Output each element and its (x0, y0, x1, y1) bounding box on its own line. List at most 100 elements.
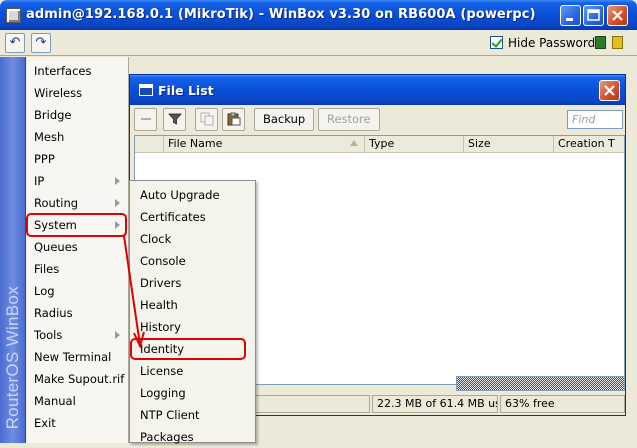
sidebar-menu: Interfaces Wireless Bridge Mesh PPP IP Routing… (27, 57, 129, 443)
copy-button[interactable] (195, 108, 218, 131)
maximize-button[interactable] (583, 5, 604, 26)
sidebar-item-files[interactable]: Files (27, 258, 129, 280)
system-highlight-annotation (26, 213, 127, 237)
sidebar-item-label: Exit (34, 416, 56, 430)
identity-highlight-annotation (130, 338, 246, 360)
sidebar-item-exit[interactable]: Exit (27, 412, 129, 434)
file-list-close-button[interactable] (599, 80, 620, 101)
sidebar-item-label: Make Supout.rif (34, 372, 125, 386)
main-title-bar[interactable]: admin@192.168.0.1 (MikroTik) - WinBox v3… (0, 0, 637, 30)
submenu-item-logging[interactable]: Logging (130, 382, 255, 404)
sidebar-item-ip[interactable]: IP (27, 170, 129, 192)
undo-button[interactable]: ↶ (5, 33, 25, 53)
sidebar-item-label: Files (34, 262, 60, 276)
system-submenu: Auto Upgrade Certificates Clock Console Driv… (129, 180, 256, 444)
remove-button[interactable] (134, 108, 157, 131)
submenu-arrow-icon (115, 199, 120, 207)
sidebar-item-new-terminal[interactable]: New Terminal (27, 346, 129, 368)
close-button[interactable] (607, 5, 628, 26)
sidebar-item-log[interactable]: Log (27, 280, 129, 302)
minimize-button[interactable] (560, 5, 581, 26)
sidebar-item-label: Bridge (34, 108, 72, 122)
lock-icon (612, 36, 623, 49)
horizontal-scrollbar[interactable] (456, 376, 625, 391)
filter-icon (168, 113, 182, 125)
submenu-arrow-icon (115, 331, 120, 339)
column-header-creation-time[interactable]: Creation T (554, 136, 624, 153)
submenu-item-license[interactable]: License (130, 360, 255, 382)
sidebar-item-routing[interactable]: Routing (27, 192, 129, 214)
column-label: Creation T (558, 137, 615, 150)
sidebar-item-make-supout-rif[interactable]: Make Supout.rif (27, 368, 129, 390)
sidebar-item-ppp[interactable]: PPP (27, 148, 129, 170)
restore-button[interactable]: Restore (318, 108, 380, 131)
minimize-icon (566, 18, 573, 21)
sidebar-item-radius[interactable]: Radius (27, 302, 129, 324)
sidebar-item-label: IP (34, 174, 45, 188)
file-list-toolbar: Backup Restore Find (134, 108, 623, 132)
hide-passwords-toggle[interactable]: Hide Passwords (490, 36, 601, 50)
window-icon (139, 84, 153, 96)
column-header-type[interactable]: Type (365, 136, 464, 153)
hide-passwords-label: Hide Passwords (508, 36, 602, 50)
submenu-item-drivers[interactable]: Drivers (130, 272, 255, 294)
maximize-icon (587, 9, 600, 21)
find-input[interactable]: Find (567, 110, 623, 129)
undo-icon: ↶ (9, 35, 21, 50)
winbox-app-icon (6, 8, 21, 23)
column-label: Type (369, 137, 395, 150)
column-label: File Name (168, 137, 223, 150)
submenu-item-ntp-client[interactable]: NTP Client (130, 404, 255, 426)
column-header-file-name[interactable]: File Name (164, 136, 365, 153)
close-icon (612, 10, 623, 21)
submenu-arrow-icon (115, 177, 120, 185)
brand-text: RouterOS WinBox (3, 285, 22, 429)
minus-icon (141, 118, 151, 120)
window-title: admin@192.168.0.1 (MikroTik) - WinBox v3… (26, 7, 536, 22)
submenu-item-console[interactable]: Console (130, 250, 255, 272)
sidebar-item-label: Mesh (34, 130, 65, 144)
close-icon (604, 85, 615, 96)
sidebar-item-queues[interactable]: Queues (27, 236, 129, 258)
copy-icon (200, 112, 214, 126)
sidebar-item-mesh[interactable]: Mesh (27, 126, 129, 148)
main-toolbar: ↶ ↷ Hide Passwords (0, 30, 637, 56)
redo-button[interactable]: ↷ (31, 33, 51, 53)
sidebar-item-tools[interactable]: Tools (27, 324, 129, 346)
paste-icon (227, 112, 241, 126)
sidebar-item-interfaces[interactable]: Interfaces (27, 60, 129, 82)
filter-button[interactable] (163, 108, 186, 131)
free-space-status: 63% free (500, 395, 625, 413)
sidebar-item-label: Log (34, 284, 55, 298)
sidebar-item-label: Wireless (34, 86, 83, 100)
sidebar-item-label: Radius (34, 306, 73, 320)
submenu-item-history[interactable]: History (130, 316, 255, 338)
sidebar-item-label: Routing (34, 196, 79, 210)
sidebar-item-label: PPP (34, 152, 55, 166)
sidebar-item-manual[interactable]: Manual (27, 390, 129, 412)
sidebar-item-bridge[interactable]: Bridge (27, 104, 129, 126)
submenu-item-packages[interactable]: Packages (130, 426, 255, 448)
submenu-item-auto-upgrade[interactable]: Auto Upgrade (130, 184, 255, 206)
secure-mode-icon (595, 36, 606, 49)
file-list-title: File List (158, 83, 214, 98)
column-label: Size (468, 137, 491, 150)
sidebar-item-wireless[interactable]: Wireless (27, 82, 129, 104)
paste-button[interactable] (222, 108, 245, 131)
sort-ascending-icon (350, 140, 358, 146)
submenu-item-certificates[interactable]: Certificates (130, 206, 255, 228)
disk-usage-status: 22.3 MB of 61.4 MB us... (372, 395, 498, 413)
submenu-item-health[interactable]: Health (130, 294, 255, 316)
sidebar-item-label: Tools (34, 328, 63, 342)
column-header-size[interactable]: Size (464, 136, 554, 153)
sidebar-item-label: Interfaces (34, 64, 92, 78)
file-list-title-bar[interactable]: File List (130, 75, 625, 105)
submenu-item-clock[interactable]: Clock (130, 228, 255, 250)
hide-passwords-checkbox[interactable] (490, 36, 503, 49)
sidebar-item-label: Queues (34, 240, 78, 254)
redo-icon: ↷ (35, 35, 47, 50)
column-header-spacer (135, 136, 164, 153)
backup-button[interactable]: Backup (254, 108, 315, 131)
sidebar-item-label: Manual (34, 394, 76, 408)
table-header: File Name Type Size Creation T (135, 136, 624, 153)
